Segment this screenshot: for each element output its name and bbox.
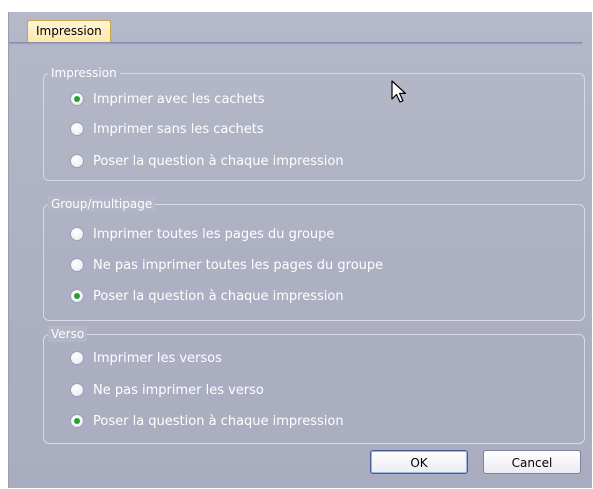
radio-ask-each-print-1[interactable]	[70, 154, 84, 168]
option-label: Imprimer avec les cachets	[93, 91, 265, 107]
option-label: Poser la question à chaque impression	[93, 413, 344, 429]
ok-button[interactable]: OK	[370, 450, 468, 474]
tab-impression[interactable]: Impression	[27, 20, 111, 42]
option-label: Poser la question à chaque impression	[93, 288, 344, 304]
group-impression-legend: Impression	[48, 65, 120, 81]
radio-print-without-stamps[interactable]	[70, 122, 84, 136]
option-ask-each-print-1[interactable]: Poser la question à chaque impression	[70, 152, 344, 170]
radio-print-versos[interactable]	[70, 351, 84, 365]
option-print-versos[interactable]: Imprimer les versos	[70, 349, 222, 367]
option-label: Ne pas imprimer les verso	[93, 382, 264, 398]
radio-ask-each-print-3[interactable]	[70, 414, 84, 428]
radio-not-print-versos[interactable]	[70, 383, 84, 397]
option-print-without-stamps[interactable]: Imprimer sans les cachets	[70, 120, 264, 138]
option-label: Imprimer toutes les pages du groupe	[93, 226, 335, 242]
option-label: Poser la question à chaque impression	[93, 153, 344, 169]
tab-strip-line	[9, 42, 582, 45]
group-multipage-legend: Group/multipage	[48, 196, 156, 212]
option-ask-each-print-2[interactable]: Poser la question à chaque impression	[70, 287, 344, 305]
group-multipage: Group/multipage Imprimer toutes les page…	[43, 196, 585, 321]
cancel-button[interactable]: Cancel	[483, 450, 581, 474]
option-print-with-stamps[interactable]: Imprimer avec les cachets	[70, 90, 265, 108]
group-impression: Impression Imprimer avec les cachets Imp…	[43, 65, 585, 181]
option-label: Imprimer les versos	[93, 350, 222, 366]
radio-print-all-pages[interactable]	[70, 227, 84, 241]
radio-not-print-all-pages[interactable]	[70, 258, 84, 272]
mouse-cursor-icon	[391, 80, 407, 103]
radio-print-with-stamps[interactable]	[70, 92, 84, 106]
option-print-all-pages[interactable]: Imprimer toutes les pages du groupe	[70, 225, 334, 243]
option-not-print-all-pages[interactable]: Ne pas imprimer toutes les pages du grou…	[70, 256, 383, 274]
option-label: Imprimer sans les cachets	[93, 121, 264, 137]
option-not-print-versos[interactable]: Ne pas imprimer les verso	[70, 381, 264, 399]
option-ask-each-print-3[interactable]: Poser la question à chaque impression	[70, 412, 344, 430]
group-verso: Verso Imprimer les versos Ne pas imprime…	[43, 326, 585, 444]
print-options-dialog: Impression Impression Imprimer avec les …	[8, 12, 592, 488]
option-label: Ne pas imprimer toutes les pages du grou…	[93, 257, 384, 273]
radio-ask-each-print-2[interactable]	[70, 289, 84, 303]
group-verso-legend: Verso	[48, 326, 88, 342]
